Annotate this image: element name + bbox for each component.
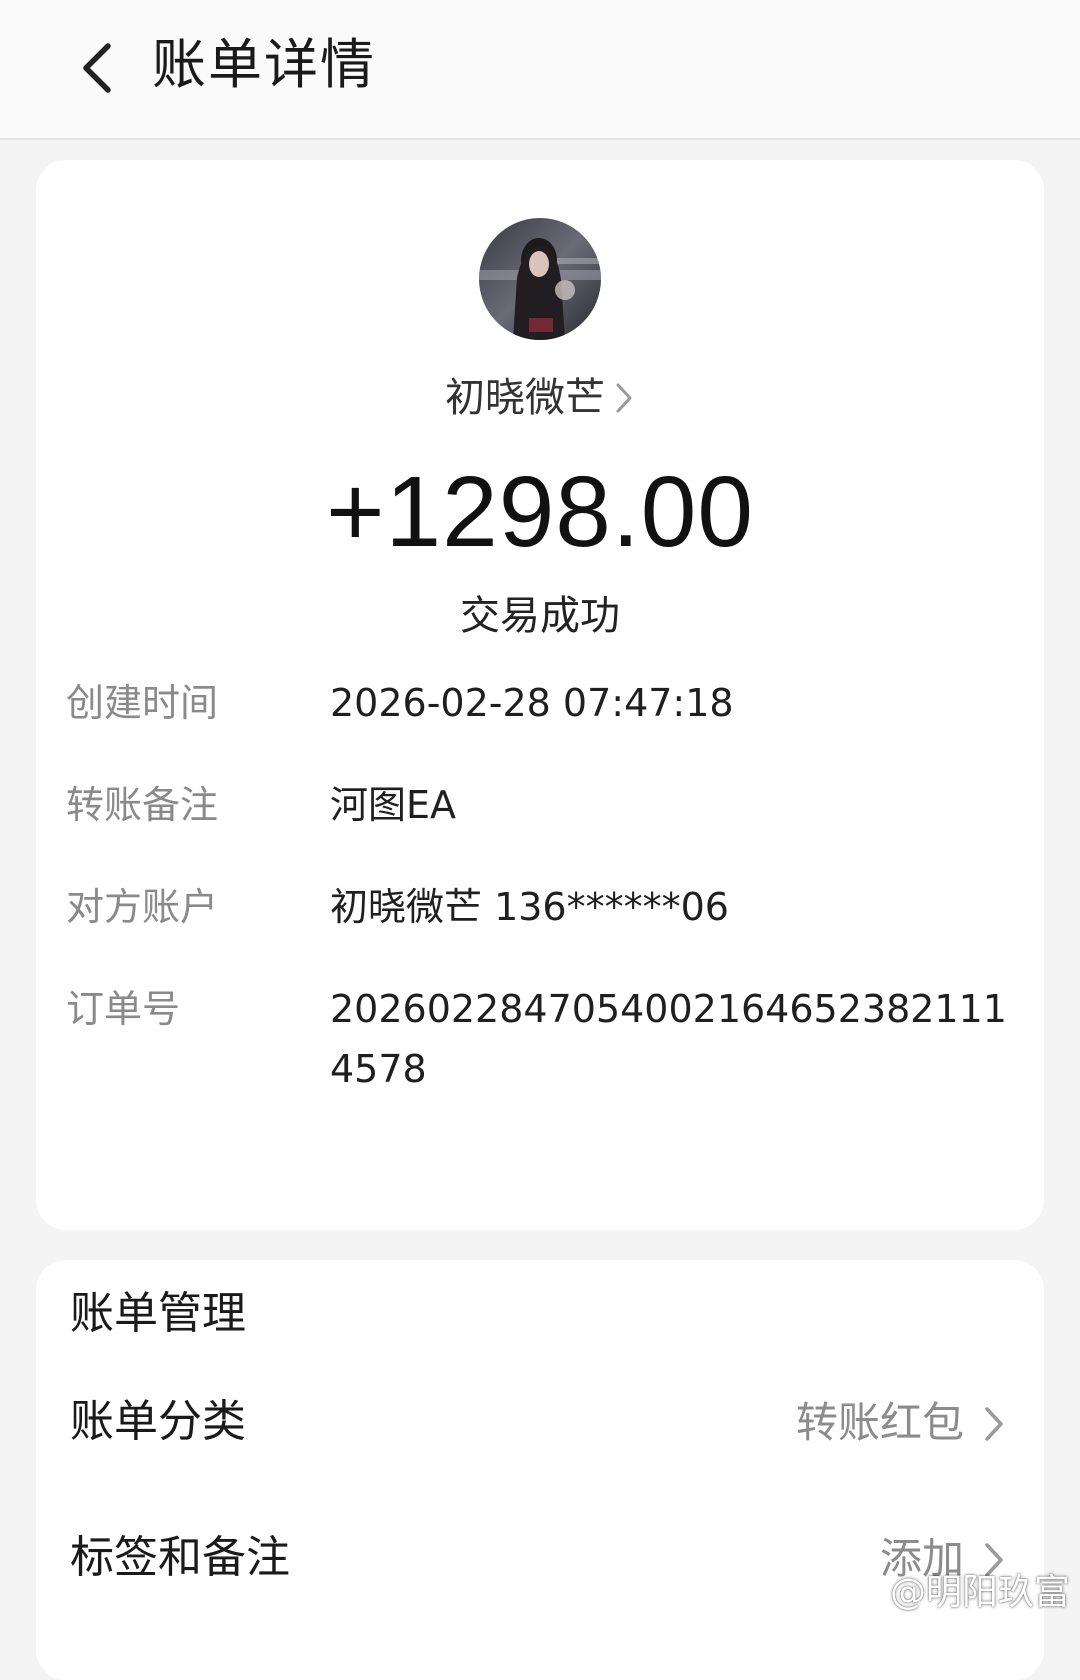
transaction-card: 初晓微芒 +1298.00 交易成功 创建时间 2026-02-28 07:47… xyxy=(36,160,1044,1230)
chevron-right-icon xyxy=(985,1407,1003,1441)
top-bar: 账单详情 xyxy=(0,0,1080,140)
transfer-note-label: 转账备注 xyxy=(66,783,219,827)
order-number-value: 20260228470540021646523821114578 xyxy=(330,987,1007,1091)
watermark-text: @明阳玖富 xyxy=(889,1572,1070,1613)
back-button[interactable] xyxy=(56,28,136,108)
payer-name: 初晓微芒 xyxy=(445,375,605,421)
weibo-icon xyxy=(847,1580,883,1609)
transaction-status: 交易成功 xyxy=(460,593,620,639)
order-number-label: 订单号 xyxy=(66,987,181,1031)
bill-management-title: 账单管理 xyxy=(70,1288,246,1339)
counterparty-account-label: 对方账户 xyxy=(66,885,219,929)
page-title: 账单详情 xyxy=(152,33,376,96)
counterparty-account-value: 初晓微芒 136******06 xyxy=(330,885,729,929)
payer-name-link[interactable]: 初晓微芒 xyxy=(36,370,1044,426)
created-time-label: 创建时间 xyxy=(66,681,219,725)
created-time-value: 2026-02-28 07:47:18 xyxy=(330,681,734,725)
back-arrow-icon xyxy=(83,43,111,93)
bill-category-label: 账单分类 xyxy=(70,1396,246,1447)
avatar[interactable] xyxy=(479,218,601,340)
transaction-amount: +1298.00 xyxy=(326,456,754,568)
transfer-note-value: 河图EA xyxy=(330,783,457,827)
chevron-right-icon xyxy=(616,383,632,413)
bill-category-value: 转账红包 xyxy=(795,1398,964,1447)
bill-category-row[interactable]: 账单分类 转账红包 xyxy=(36,1368,1044,1478)
watermark: @明阳玖富 xyxy=(846,1568,1070,1618)
tags-notes-label: 标签和备注 xyxy=(70,1532,290,1583)
